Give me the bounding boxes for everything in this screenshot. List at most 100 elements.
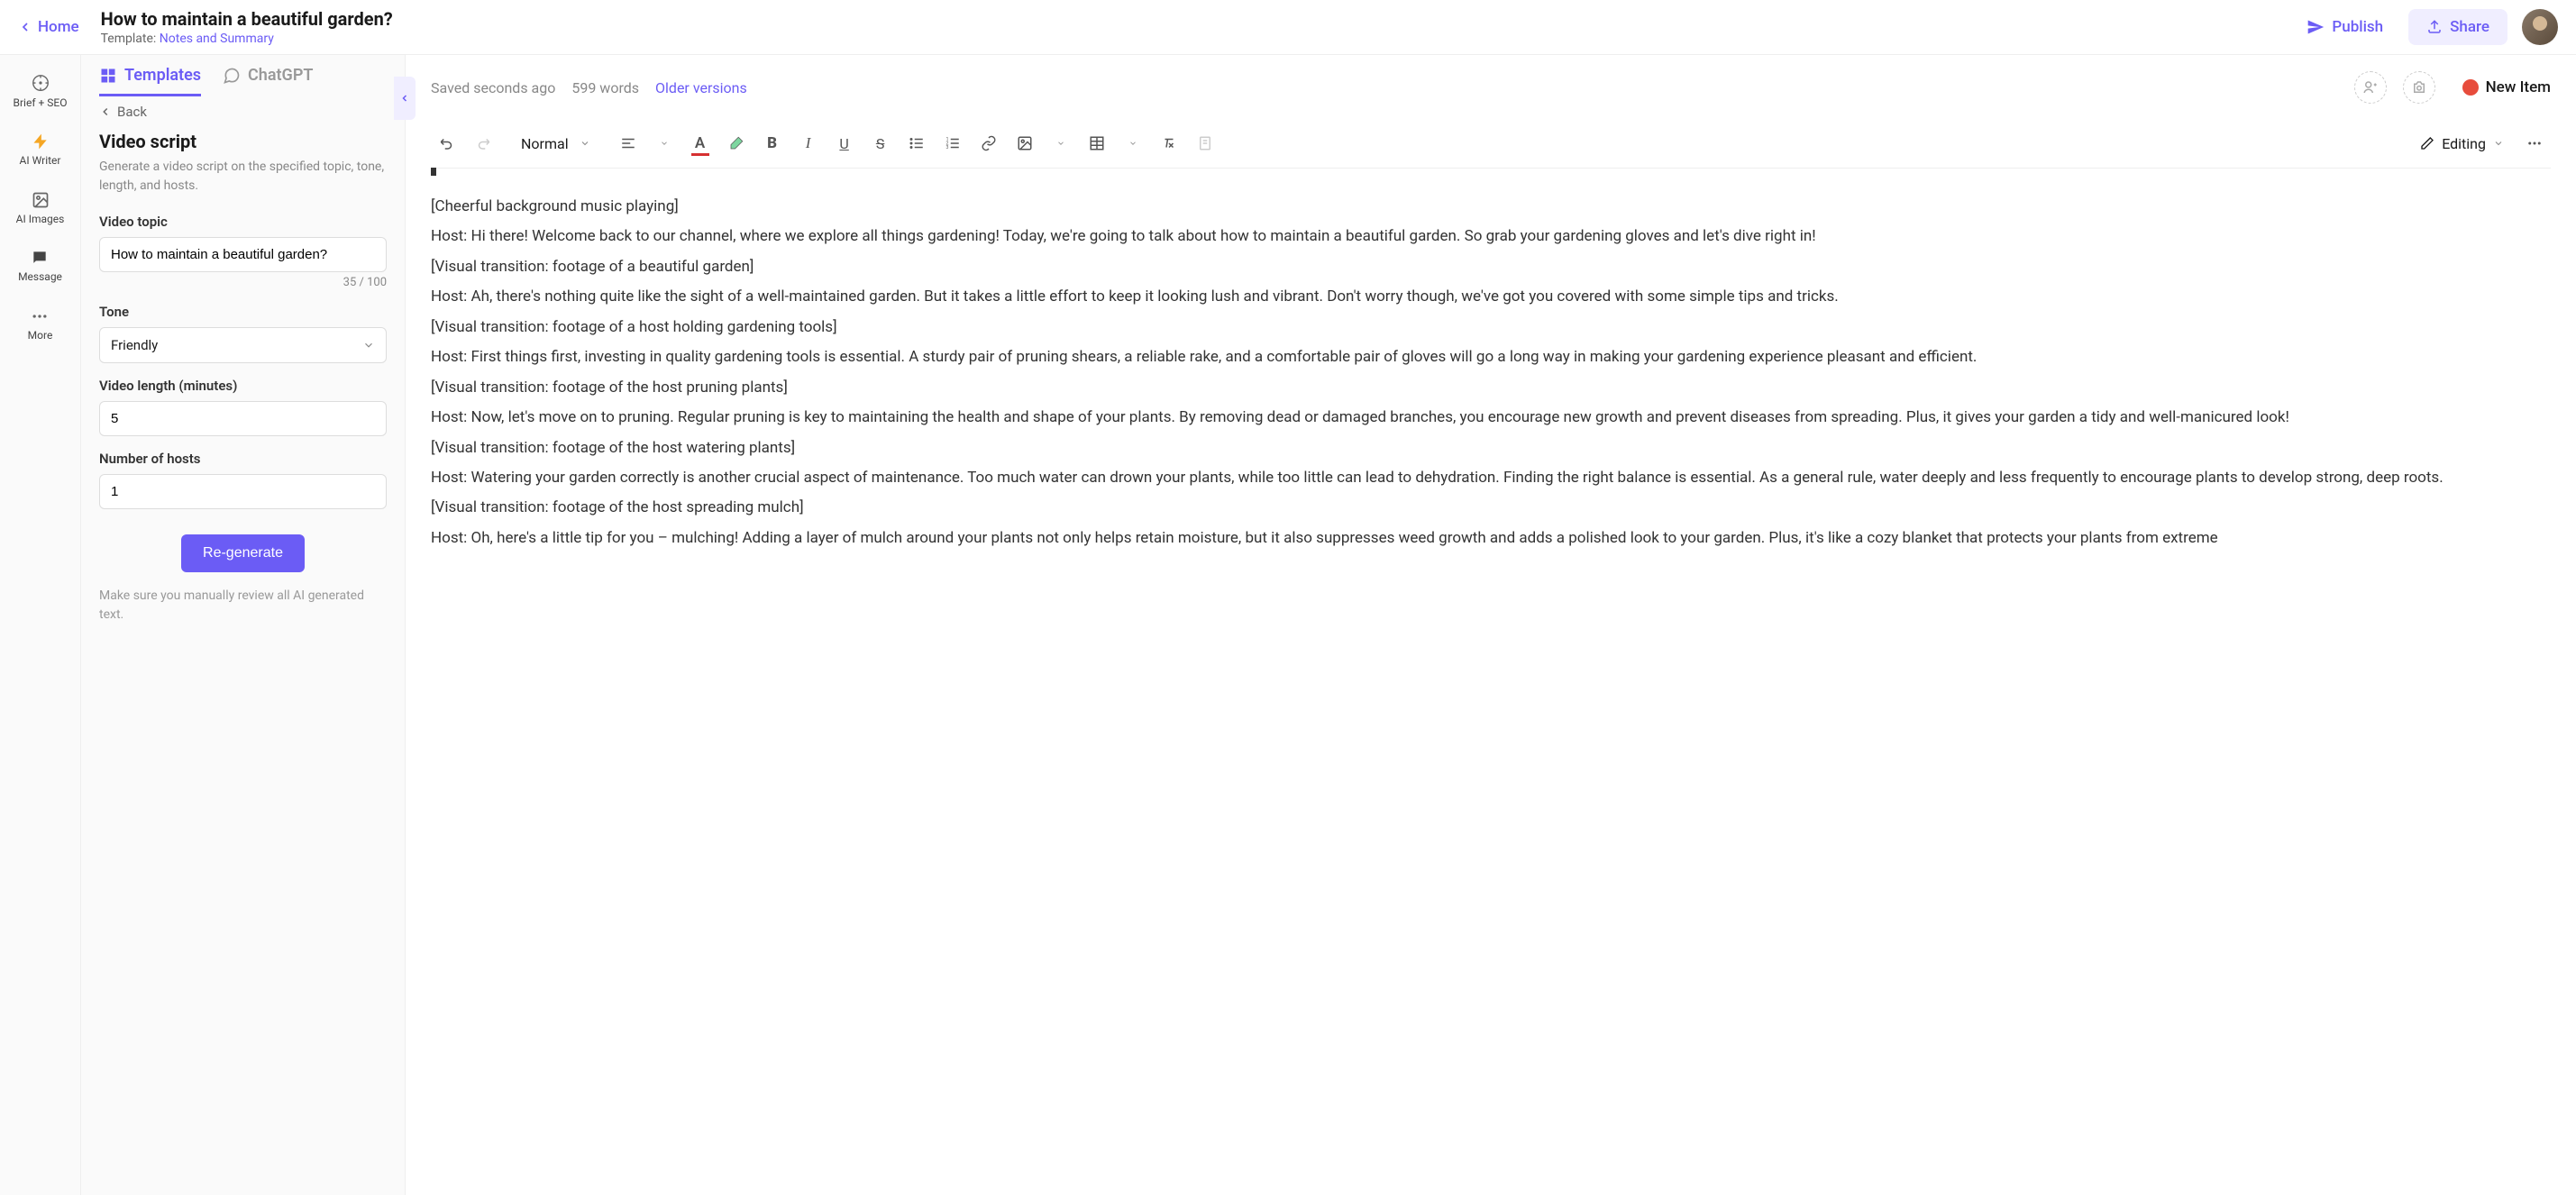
message-icon [31,249,49,267]
length-input[interactable] [99,401,387,436]
left-panel: Templates ChatGPT Back Video script Gene… [81,55,406,1195]
more-options-button[interactable] [2518,127,2551,160]
align-left-icon [620,135,636,151]
redo-button[interactable] [467,127,499,160]
hosts-input[interactable] [99,474,387,509]
new-item-button[interactable]: New Item [2462,78,2551,96]
style-value: Normal [521,135,569,152]
text-style-select[interactable]: Normal [510,130,601,158]
image-icon [1017,135,1033,151]
doc-paragraph[interactable]: Host: Hi there! Welcome back to our chan… [431,223,2551,251]
table-icon [1089,135,1105,151]
template-line: Template: Notes and Summary [101,32,2297,46]
highlight-button[interactable] [720,127,753,160]
image-button[interactable] [1009,127,1041,160]
templates-icon [99,67,117,85]
collapse-handle[interactable] [394,77,416,120]
chevron-down-icon [1128,139,1137,148]
numbered-list-button[interactable]: 123 [936,127,969,160]
char-count: 35 / 100 [99,276,387,289]
doc-paragraph[interactable]: Host: First things first, investing in q… [431,343,2551,371]
doc-scroll[interactable]: [Cheerful background music playing] Host… [406,168,2576,1195]
hosts-label: Number of hosts [99,451,387,467]
toolbar: Normal A B I U S 123 Editing [406,120,2576,168]
add-media-button[interactable] [2403,71,2435,104]
underline-button[interactable]: U [828,127,861,160]
publish-label: Publish [2332,18,2383,36]
editing-mode-select[interactable]: Editing [2409,130,2515,158]
title-block: How to maintain a beautiful garden? Temp… [101,8,2297,46]
bold-button[interactable]: B [756,127,789,160]
nav-ai-writer[interactable]: AI Writer [16,129,65,170]
bullet-list-button[interactable] [900,127,933,160]
doc-paragraph[interactable]: [Visual transition: footage of a host ho… [431,314,2551,342]
bold-icon: B [767,134,777,152]
doc-paragraph[interactable]: [Visual transition: footage of the host … [431,494,2551,522]
doc-paragraph[interactable]: Host: Now, let's move on to pruning. Reg… [431,404,2551,432]
nav-brief-seo[interactable]: Brief + SEO [10,69,71,113]
publish-button[interactable]: Publish [2296,11,2394,43]
regenerate-button[interactable]: Re-generate [181,534,305,572]
tab-label: Templates [124,66,201,85]
nav-label: Message [18,270,62,283]
clear-format-icon [1161,135,1177,151]
doc-paragraph[interactable]: [Visual transition: footage of a beautif… [431,253,2551,281]
doc-paragraph[interactable]: Host: Oh, here's a little tip for you – … [431,525,2551,552]
tone-select[interactable]: Friendly [99,327,387,363]
nav-label: AI Images [16,213,65,225]
add-user-button[interactable] [2354,71,2387,104]
svg-text:3: 3 [945,145,948,151]
share-button[interactable]: Share [2408,9,2507,45]
nav-label: More [28,329,53,342]
italic-button[interactable]: I [792,127,825,160]
underline-icon: U [839,135,848,152]
tone-value: Friendly [111,337,158,353]
align-button[interactable] [612,127,644,160]
avatar[interactable] [2522,9,2558,45]
table-button[interactable] [1081,127,1113,160]
doc-paragraph[interactable]: Host: Ah, there's nothing quite like the… [431,283,2551,311]
align-dropdown[interactable] [648,127,681,160]
doc-ruler[interactable] [431,168,2551,177]
nav-label: AI Writer [20,154,61,167]
undo-button[interactable] [431,127,463,160]
length-label: Video length (minutes) [99,378,387,394]
tab-chatgpt[interactable]: ChatGPT [223,66,313,96]
doc-paragraph[interactable]: [Visual transition: footage of the host … [431,374,2551,402]
dots-icon [2526,135,2543,151]
review-note: Make sure you manually review all AI gen… [99,587,387,625]
table-dropdown[interactable] [1117,127,1149,160]
nav-more[interactable]: More [24,304,57,345]
template-link[interactable]: Notes and Summary [160,32,274,46]
chevron-left-icon [18,20,32,34]
pencil-icon [2420,136,2434,151]
image-dropdown[interactable] [1045,127,1077,160]
chevron-down-icon [1056,139,1065,148]
strikethrough-button[interactable]: S [864,127,897,160]
home-link[interactable]: Home [18,18,79,36]
panel-heading: Video script [99,131,387,152]
panel-desc: Generate a video script on the specified… [99,158,387,196]
older-versions-link[interactable]: Older versions [655,79,747,96]
back-link[interactable]: Back [81,96,405,127]
doc-paragraph[interactable]: [Visual transition: footage of the host … [431,434,2551,462]
topic-label: Video topic [99,214,387,230]
chevron-down-icon [362,339,375,351]
doc-paragraph[interactable]: Host: Watering your garden correctly is … [431,464,2551,492]
top-header: Home How to maintain a beautiful garden?… [0,0,2576,55]
notes-button[interactable] [1189,127,1221,160]
panel-tabs: Templates ChatGPT [81,55,405,96]
topic-input[interactable] [99,237,387,272]
undo-icon [439,135,455,151]
font-color-button[interactable]: A [684,127,717,160]
clear-format-button[interactable] [1153,127,1185,160]
nav-message[interactable]: Message [14,245,66,287]
strikethrough-icon: S [876,135,885,152]
link-button[interactable] [973,127,1005,160]
tab-label: ChatGPT [248,66,313,85]
nav-ai-images[interactable]: AI Images [13,187,69,229]
tab-templates[interactable]: Templates [99,66,201,96]
chevron-down-icon [2493,138,2504,149]
doc-paragraph[interactable]: [Cheerful background music playing] [431,193,2551,221]
doc-content[interactable]: [Cheerful background music playing] Host… [431,193,2551,552]
